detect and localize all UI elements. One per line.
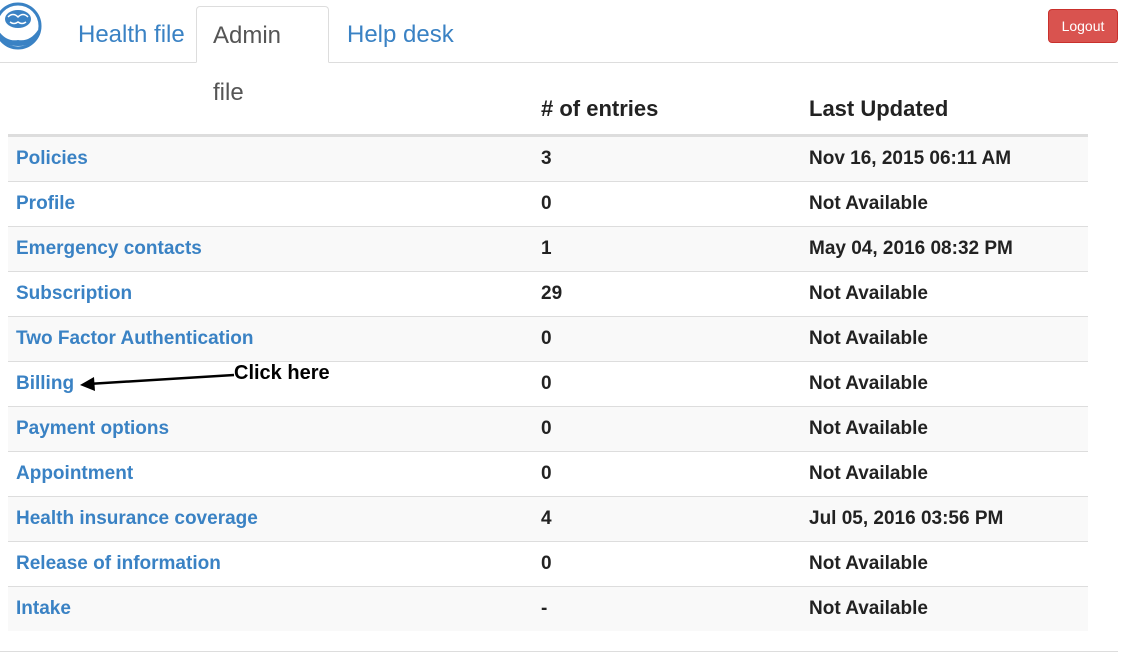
last-updated: Not Available [809, 598, 928, 619]
row-link-policies[interactable]: Policies [16, 137, 88, 181]
row-link-billing[interactable]: Billing [16, 362, 74, 406]
entry-count: 0 [541, 553, 552, 574]
table-row: Release of information 0 Not Available [8, 541, 1088, 586]
table-row: Health insurance coverage 4 Jul 05, 2016… [8, 496, 1088, 541]
entry-count: 0 [541, 463, 552, 484]
table-row: Payment options 0 Not Available [8, 406, 1088, 451]
row-link-appointment[interactable]: Appointment [16, 452, 133, 496]
row-link-subscription[interactable]: Subscription [16, 272, 132, 316]
table-header: # of entries Last Updated [8, 86, 1088, 136]
last-updated: Not Available [809, 328, 928, 349]
entry-count: 1 [541, 238, 552, 259]
last-updated: Nov 16, 2015 06:11 AM [809, 148, 1012, 169]
row-link-intake[interactable]: Intake [16, 587, 71, 631]
last-updated: May 04, 2016 08:32 PM [809, 238, 1013, 259]
last-updated: Not Available [809, 463, 928, 484]
entry-count: 29 [541, 283, 563, 304]
last-updated: Jul 05, 2016 03:56 PM [809, 508, 1004, 529]
tab-help-desk[interactable]: Help desk [331, 6, 470, 63]
table-row: Profile 0 Not Available [8, 181, 1088, 226]
last-updated: Not Available [809, 193, 928, 214]
entry-count: 3 [541, 148, 552, 169]
entry-count: 0 [541, 418, 552, 439]
entry-count: 0 [541, 328, 552, 349]
last-updated: Not Available [809, 418, 928, 439]
table-row: Policies 3 Nov 16, 2015 06:11 AM [8, 136, 1088, 181]
click-here-annotation: Click here [234, 362, 330, 384]
top-navigation: Health file Admin file Help desk Logout [0, 0, 1131, 106]
nav-divider [0, 62, 1118, 63]
table-row: Two Factor Authentication 0 Not Availabl… [8, 316, 1088, 361]
table-row: Subscription 29 Not Available [8, 271, 1088, 316]
column-header-last-updated: Last Updated [809, 96, 949, 121]
tab-admin-file[interactable]: Admin file [196, 6, 329, 106]
last-updated: Not Available [809, 283, 928, 304]
column-header-entries: # of entries [541, 96, 659, 121]
entry-count: 0 [541, 193, 552, 214]
left-arrow-icon [78, 366, 238, 396]
row-link-release-of-information[interactable]: Release of information [16, 542, 221, 586]
entry-count: 4 [541, 508, 552, 529]
logout-button[interactable]: Logout [1048, 9, 1118, 43]
row-link-profile[interactable]: Profile [16, 182, 75, 226]
row-link-two-factor-authentication[interactable]: Two Factor Authentication [16, 317, 254, 361]
row-link-health-insurance-coverage[interactable]: Health insurance coverage [16, 497, 258, 541]
table-row: Intake - Not Available [8, 586, 1088, 631]
table-row: Emergency contacts 1 May 04, 2016 08:32 … [8, 226, 1088, 271]
brain-hands-logo-icon[interactable] [0, 0, 44, 54]
bottom-divider [0, 651, 1118, 652]
tab-health-file[interactable]: Health file [62, 6, 201, 63]
entry-count: 0 [541, 373, 552, 394]
row-link-emergency-contacts[interactable]: Emergency contacts [16, 227, 202, 271]
last-updated: Not Available [809, 553, 928, 574]
entry-count: - [541, 598, 548, 619]
last-updated: Not Available [809, 373, 928, 394]
table-row: Appointment 0 Not Available [8, 451, 1088, 496]
admin-file-table: # of entries Last Updated Policies 3 Nov… [8, 86, 1088, 631]
row-link-payment-options[interactable]: Payment options [16, 407, 169, 451]
